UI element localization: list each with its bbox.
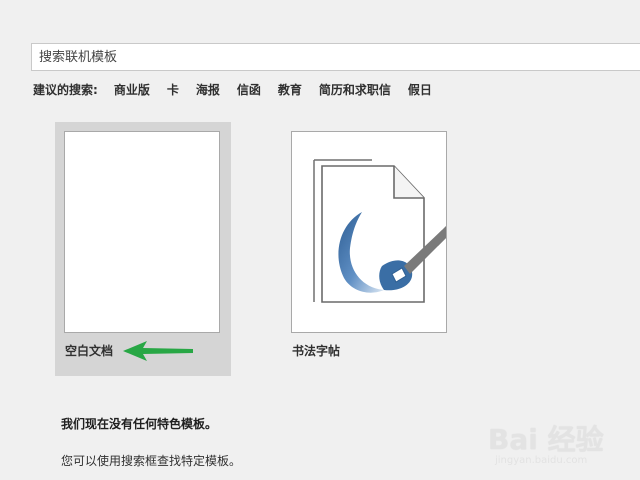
- search-box[interactable]: [31, 43, 640, 71]
- template-calligraphy[interactable]: 书法字帖: [282, 122, 458, 376]
- calligraphy-brush-icon: [313, 159, 446, 303]
- suggested-link-education[interactable]: 教育: [278, 81, 302, 98]
- suggested-link-holidays[interactable]: 假日: [408, 81, 432, 98]
- suggested-link-letters[interactable]: 信函: [237, 81, 261, 98]
- suggested-searches-label: 建议的搜索:: [33, 82, 98, 97]
- calligraphy-thumbnail: [291, 131, 447, 333]
- watermark-sub: jingyan.baidu.com: [495, 455, 588, 466]
- watermark: Bai 经验 jingyan.baidu.com: [488, 408, 628, 470]
- search-input[interactable]: [32, 44, 640, 70]
- suggested-link-cards[interactable]: 卡: [167, 81, 179, 98]
- template-label: 空白文档: [65, 344, 114, 358]
- suggested-link-posters[interactable]: 海报: [196, 81, 220, 98]
- green-arrow-annotation: [123, 341, 193, 361]
- watermark-text: Bai 经验: [488, 423, 604, 456]
- new-document-page: 建议的搜索: 商业版 卡 海报 信函 教育 简历和求职信 假日 空白文档: [0, 0, 640, 480]
- suggested-link-business[interactable]: 商业版: [114, 81, 150, 98]
- template-label: 书法字帖: [292, 344, 341, 358]
- blank-document-thumbnail: [64, 131, 220, 333]
- no-featured-templates-message: 我们现在没有任何特色模板。: [61, 417, 218, 431]
- suggested-searches: 建议的搜索: 商业版 卡 海报 信函 教育 简历和求职信 假日: [33, 80, 449, 98]
- suggested-link-resumes[interactable]: 简历和求职信: [319, 81, 391, 98]
- search-hint-message: 您可以使用搜索框查找特定模板。: [61, 454, 242, 468]
